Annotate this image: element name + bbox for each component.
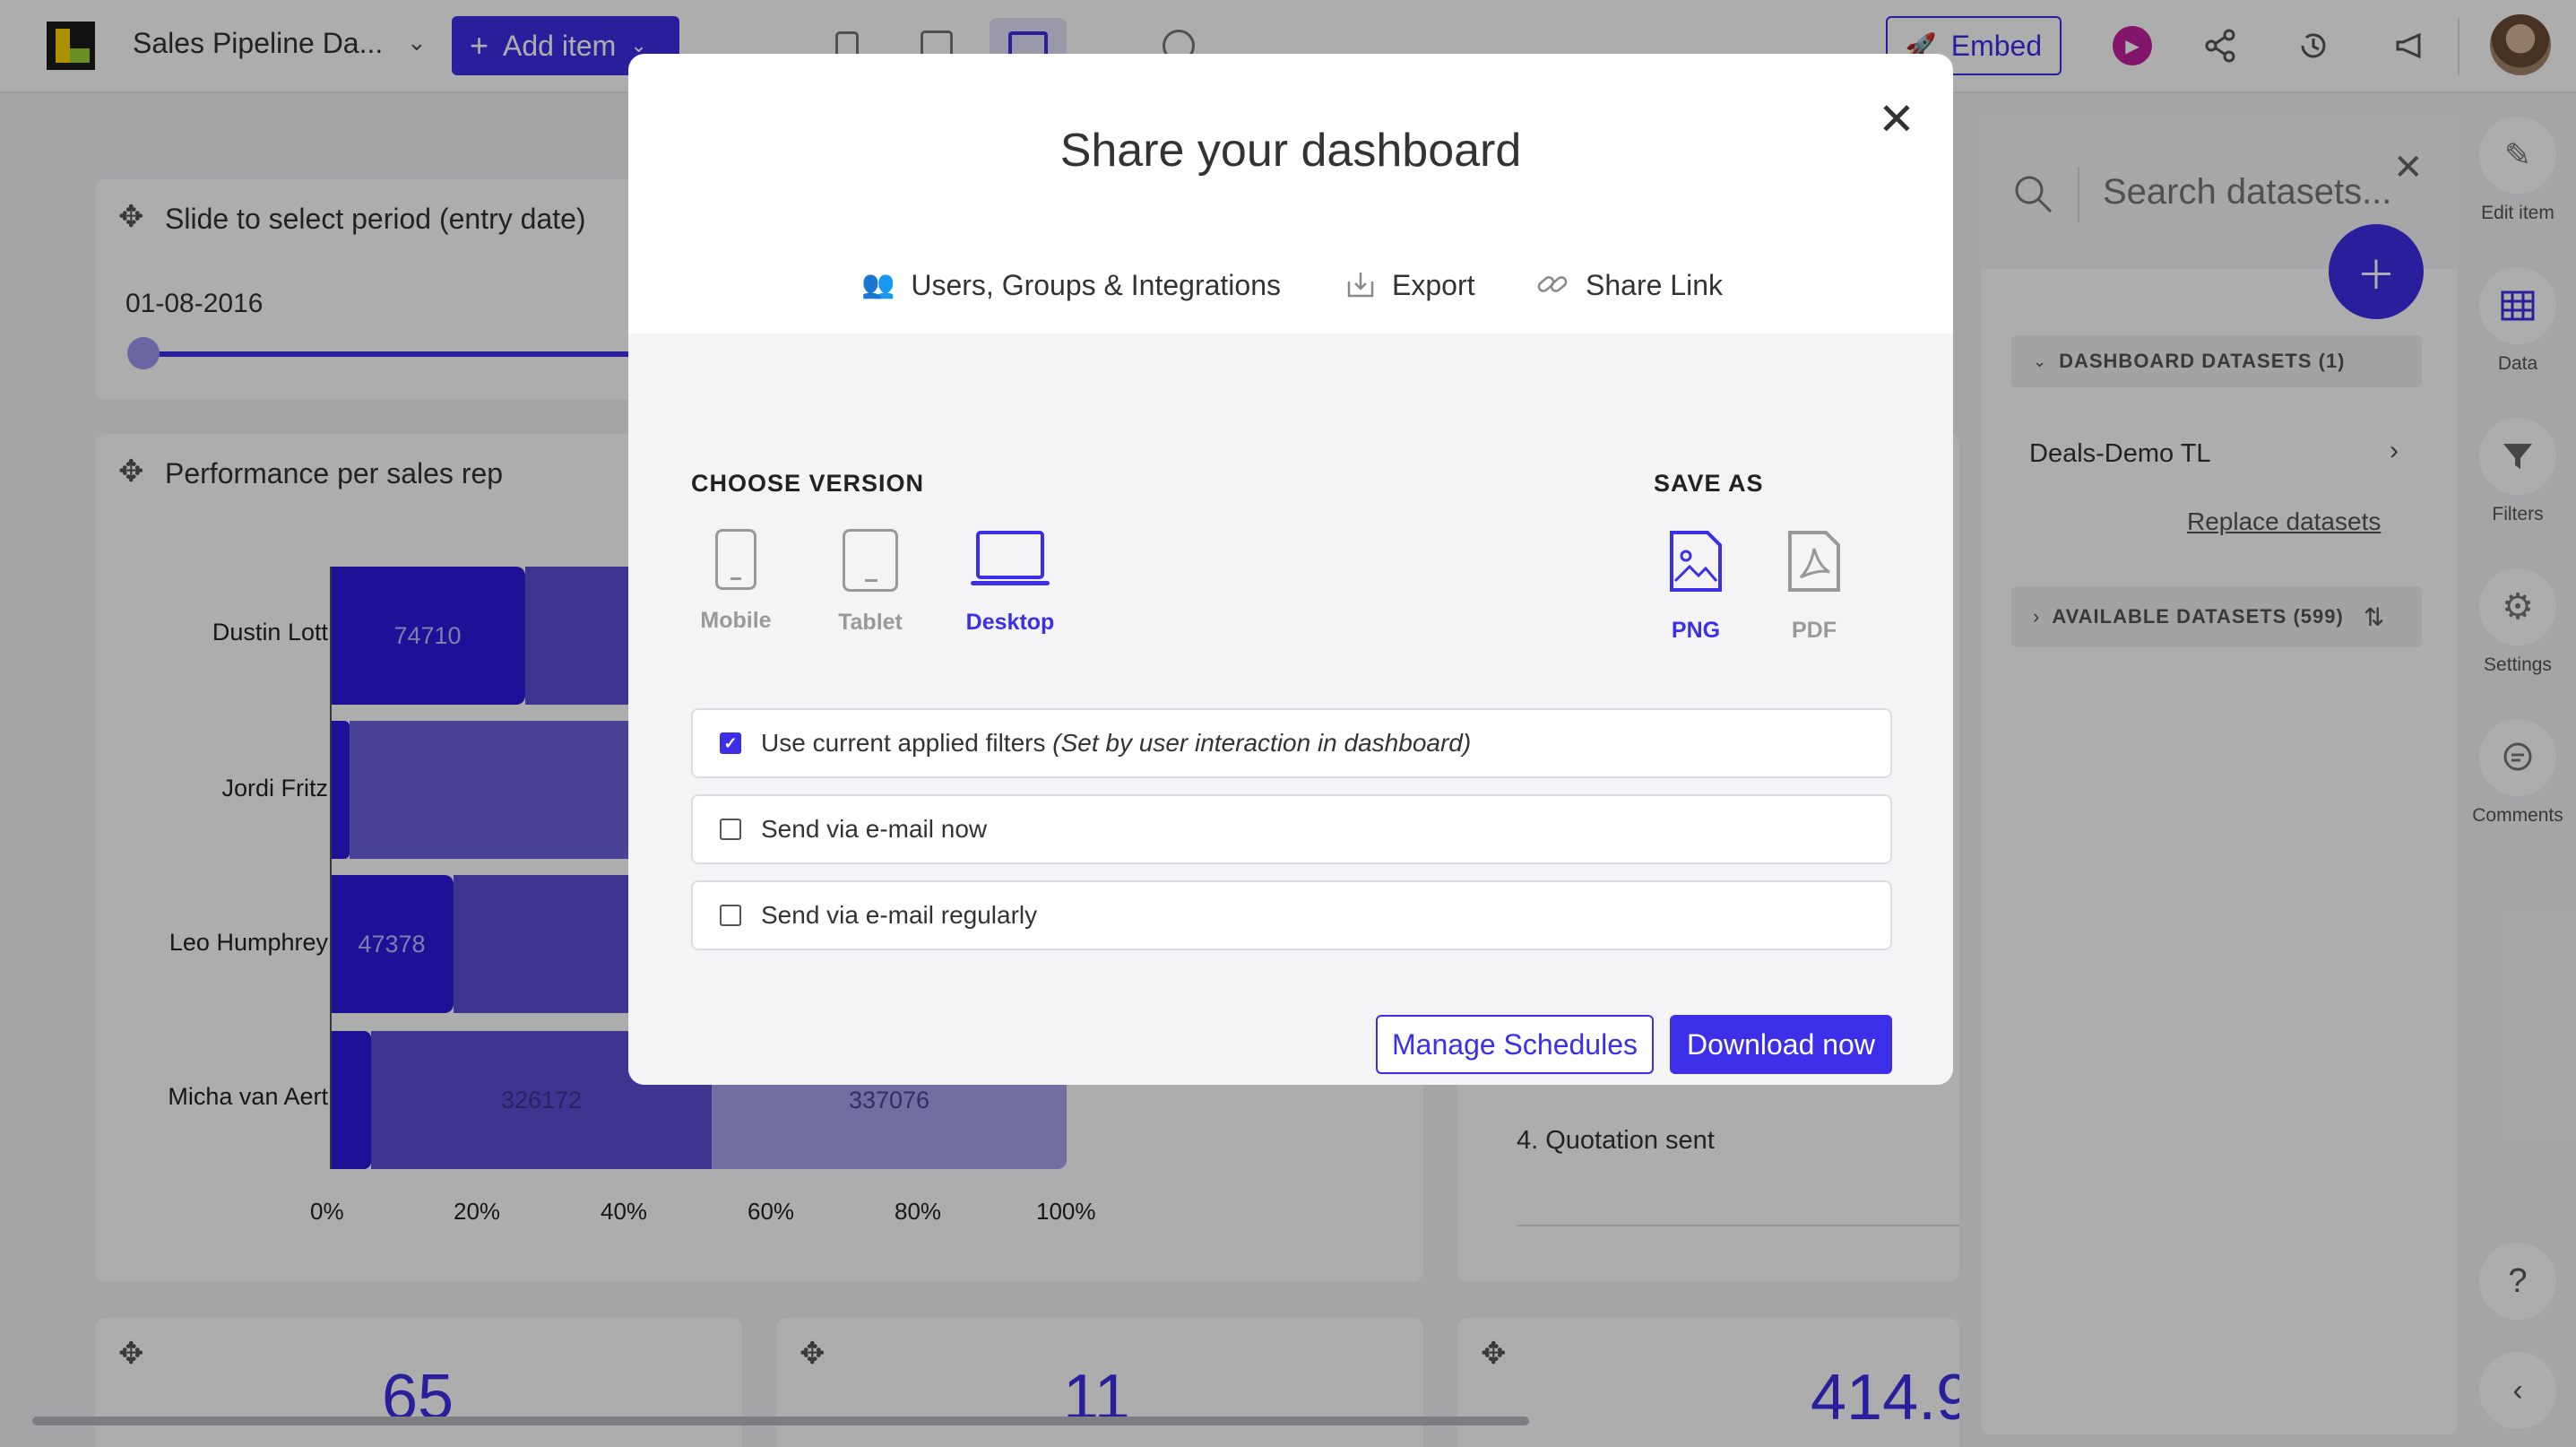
format-png[interactable]: PNG: [1655, 529, 1736, 644]
option-use-filters[interactable]: ✓ Use current applied filters (Set by us…: [691, 708, 1892, 778]
link-icon: [1535, 269, 1569, 307]
choose-version-label: CHOOSE VERSION: [691, 470, 925, 497]
version-label: Desktop: [965, 610, 1055, 635]
checkbox-checked[interactable]: ✓: [720, 732, 741, 754]
pdf-file-icon: [1785, 529, 1844, 600]
option-email-now[interactable]: Send via e-mail now: [691, 794, 1892, 864]
share-dialog: Share your dashboard ✕ 👥 Users, Groups &…: [628, 54, 1953, 1085]
image-file-icon: [1666, 529, 1725, 600]
mobile-icon: [715, 529, 756, 590]
version-tablet[interactable]: Tablet: [826, 529, 915, 636]
option-email-regularly[interactable]: Send via e-mail regularly: [691, 880, 1892, 950]
download-icon: [1345, 269, 1376, 307]
laptop-icon: [971, 529, 1050, 592]
option-label: Use current applied filters (Set by user…: [761, 729, 1472, 757]
download-now-button[interactable]: Download now: [1670, 1015, 1892, 1074]
tab-label: Users, Groups & Integrations: [911, 269, 1281, 301]
manage-schedules-button[interactable]: Manage Schedules: [1376, 1015, 1654, 1074]
close-icon[interactable]: ✕: [1878, 93, 1915, 145]
save-as-label: SAVE AS: [1654, 470, 1764, 497]
dialog-body: CHOOSE VERSION Mobile Tablet Desktop SAV…: [628, 334, 1953, 1085]
format-label: PDF: [1792, 618, 1837, 643]
format-label: PNG: [1671, 618, 1721, 643]
tablet-icon: [843, 529, 898, 592]
version-desktop[interactable]: Desktop: [955, 529, 1066, 636]
checkbox[interactable]: [720, 819, 741, 840]
option-label: Send via e-mail regularly: [761, 901, 1038, 929]
checkbox[interactable]: [720, 905, 741, 926]
version-mobile[interactable]: Mobile: [691, 529, 781, 634]
version-label: Tablet: [838, 610, 903, 635]
version-label: Mobile: [700, 608, 772, 633]
tab-label: Export: [1392, 269, 1475, 301]
format-pdf[interactable]: PDF: [1774, 529, 1854, 644]
tab-label: Share Link: [1586, 269, 1723, 301]
users-icon: 👥: [861, 270, 895, 299]
dialog-title: Share your dashboard: [1059, 125, 1522, 177]
option-label: Send via e-mail now: [761, 815, 988, 843]
